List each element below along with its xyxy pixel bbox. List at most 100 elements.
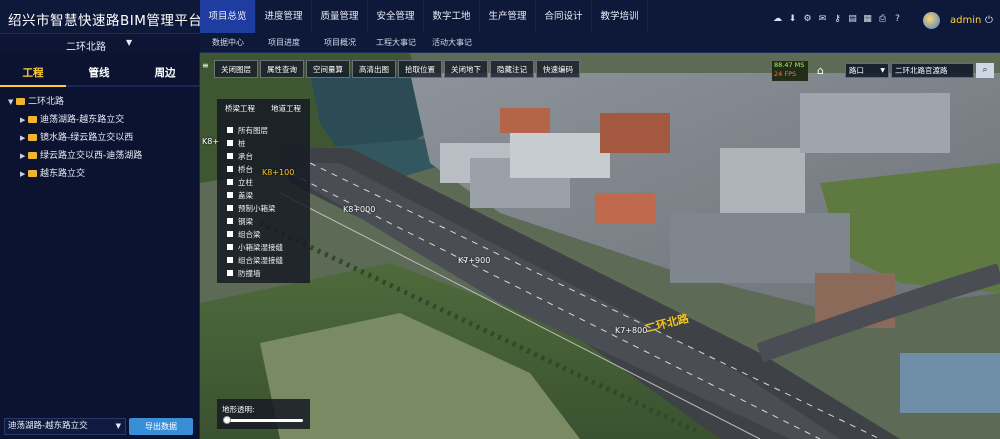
sidebar: 工程 管线 周边 ▼ 二环北路 ▶ 迪荡湖路-越东路立交 ▶ 镜水路-绿云路立交以西 … <box>0 53 200 439</box>
nav-item-contract[interactable]: 合同设计 <box>536 0 592 33</box>
tree-node-label: 镜水路-绿云路立交以西 <box>40 133 134 143</box>
layer-label: 所有图层 <box>238 126 268 135</box>
help-icon[interactable]: ? <box>892 14 903 25</box>
sub-nav-data-center[interactable]: 数据中心 <box>200 33 256 53</box>
attribute-query-button[interactable]: 属性查询 <box>260 60 304 78</box>
spatial-measure-button[interactable]: 空间量算 <box>306 60 350 78</box>
checkbox[interactable] <box>227 205 233 211</box>
map-type-value: 路口 <box>849 66 864 75</box>
layer-item[interactable]: 承台 <box>227 151 253 162</box>
layer-label: 组合梁湿接缝 <box>238 256 283 265</box>
gear-icon[interactable]: ⚙ <box>802 14 813 25</box>
checkbox[interactable] <box>227 153 233 159</box>
export-data-button[interactable]: 导出数据 <box>129 418 193 435</box>
nav-item-progress[interactable]: 进度管理 <box>256 0 312 33</box>
tree-node[interactable]: ▶ 迪荡湖路-越东路立交 <box>8 111 142 129</box>
layer-item[interactable]: 组合梁 <box>227 229 261 240</box>
layer-label: 桥台 <box>238 165 253 174</box>
nav-item-safety[interactable]: 安全管理 <box>368 0 424 33</box>
sub-nav-project-progress[interactable]: 项目进度 <box>256 33 312 53</box>
avatar[interactable] <box>923 12 940 29</box>
checkbox[interactable] <box>227 270 233 276</box>
sub-nav-activity-events[interactable]: 活动大事记 <box>424 33 480 53</box>
app-title: 绍兴市智慧快速路BIM管理平台 <box>8 13 203 29</box>
power-icon[interactable]: ⏻ <box>985 15 993 26</box>
frame-time: 88.47 MS <box>774 61 805 69</box>
map-search-input[interactable] <box>891 63 974 78</box>
tab-surroundings[interactable]: 周边 <box>132 65 198 85</box>
map-view[interactable]: ≡ 关闭图层 属性查询 空间量算 高清出图 拾取位置 关闭地下 隐藏注记 快速编… <box>200 53 1000 439</box>
key-icon[interactable]: ⚷ <box>832 14 843 25</box>
close-underground-button[interactable]: 关闭地下 <box>444 60 488 78</box>
tree-node[interactable]: ▶ 绿云路立交以西-迪荡湖路 <box>8 147 142 165</box>
road-select[interactable]: 二环北路 ▼ <box>0 33 200 53</box>
checkbox[interactable] <box>227 140 233 146</box>
nav-item-training[interactable]: 教学培训 <box>592 0 648 33</box>
map-type-select[interactable]: 路口 ▼ <box>845 63 889 78</box>
station-label: K8+100 <box>262 168 295 177</box>
home-icon[interactable]: ⌂ <box>817 64 824 77</box>
nav-item-production[interactable]: 生产管理 <box>480 0 536 33</box>
username[interactable]: admin <box>950 15 981 26</box>
tab-tunnel-works[interactable]: 地道工程 <box>263 103 309 117</box>
search-icon[interactable]: ⌕ <box>976 63 994 78</box>
nav-item-overview[interactable]: 项目总览 <box>200 0 256 33</box>
layer-label: 盖梁 <box>238 191 253 200</box>
layer-item[interactable]: 桩 <box>227 138 246 149</box>
terrain-opacity-slider[interactable] <box>223 419 303 422</box>
layer-item[interactable]: 盖梁 <box>227 190 253 201</box>
nav-item-quality[interactable]: 质量管理 <box>312 0 368 33</box>
layer-label: 承台 <box>238 152 253 161</box>
sub-nav-project-overview[interactable]: 项目概况 <box>312 33 368 53</box>
fps-indicator: 88.47 MS 24 FPS <box>772 61 808 81</box>
segment-select-value: 迪荡湖路-越东路立交 <box>8 421 88 431</box>
tree-node-root[interactable]: ▼ 二环北路 <box>8 93 142 111</box>
layer-item[interactable]: 所有图层 <box>227 125 268 136</box>
checkbox[interactable] <box>227 231 233 237</box>
layer-item[interactable]: 桥台 <box>227 164 253 175</box>
tree-node[interactable]: ▶ 镜水路-绿云路立交以西 <box>8 129 142 147</box>
close-layers-button[interactable]: 关闭图层 <box>214 60 258 78</box>
checkbox[interactable] <box>227 166 233 172</box>
hd-export-button[interactable]: 高清出图 <box>352 60 396 78</box>
slider-thumb[interactable] <box>223 416 231 424</box>
tree-node-label: 越东路立交 <box>40 169 86 179</box>
hide-annotations-button[interactable]: 隐藏注记 <box>490 60 534 78</box>
folder-icon <box>28 134 37 141</box>
sub-nav: 数据中心 项目进度 项目概况 工程大事记 活动大事记 <box>200 33 480 53</box>
tab-bridge-works[interactable]: 桥梁工程 <box>217 103 263 117</box>
layer-item[interactable]: 预制小箱梁 <box>227 203 276 214</box>
menu-icon[interactable]: ≡ <box>202 61 210 70</box>
tab-pipelines[interactable]: 管线 <box>66 65 132 85</box>
layer-item[interactable]: 立柱 <box>227 177 253 188</box>
checkbox[interactable] <box>227 127 233 133</box>
station-label: K8+000 <box>343 205 376 214</box>
quick-code-button[interactable]: 快速编码 <box>536 60 580 78</box>
cloud-icon[interactable]: ☁ <box>772 14 783 25</box>
checkbox[interactable] <box>227 218 233 224</box>
checkbox[interactable] <box>227 257 233 263</box>
nav-item-digital-site[interactable]: 数字工地 <box>424 0 480 33</box>
layer-item[interactable]: 防撞墙 <box>227 268 261 279</box>
layer-item[interactable]: 小箱梁湿接缝 <box>227 242 283 253</box>
cloud-download-icon[interactable]: ⬇ <box>787 14 798 25</box>
mail-icon[interactable]: ✉ <box>817 14 828 25</box>
checkbox[interactable] <box>227 244 233 250</box>
checkbox[interactable] <box>227 179 233 185</box>
print-icon[interactable]: ⎙ <box>877 14 888 25</box>
tab-engineering[interactable]: 工程 <box>0 65 66 85</box>
layer-item[interactable]: 组合梁湿接缝 <box>227 255 283 266</box>
tree-node[interactable]: ▶ 越东路立交 <box>8 165 142 183</box>
calendar-icon[interactable]: ▦ <box>862 14 873 25</box>
layer-label: 小箱梁湿接缝 <box>238 243 283 252</box>
terrain-opacity-label: 地形透明: <box>222 405 255 414</box>
pick-location-button[interactable]: 拾取位置 <box>398 60 442 78</box>
doc-icon[interactable]: ▤ <box>847 14 858 25</box>
sidebar-tabs: 工程 管线 周边 <box>0 65 200 85</box>
layer-item[interactable]: 钢梁 <box>227 216 253 227</box>
segment-select[interactable]: 迪荡湖路-越东路立交 ▼ <box>4 418 126 435</box>
caret-down-icon: ▼ <box>8 98 14 106</box>
sub-nav-engineering-events[interactable]: 工程大事记 <box>368 33 424 53</box>
folder-icon <box>28 152 37 159</box>
checkbox[interactable] <box>227 192 233 198</box>
